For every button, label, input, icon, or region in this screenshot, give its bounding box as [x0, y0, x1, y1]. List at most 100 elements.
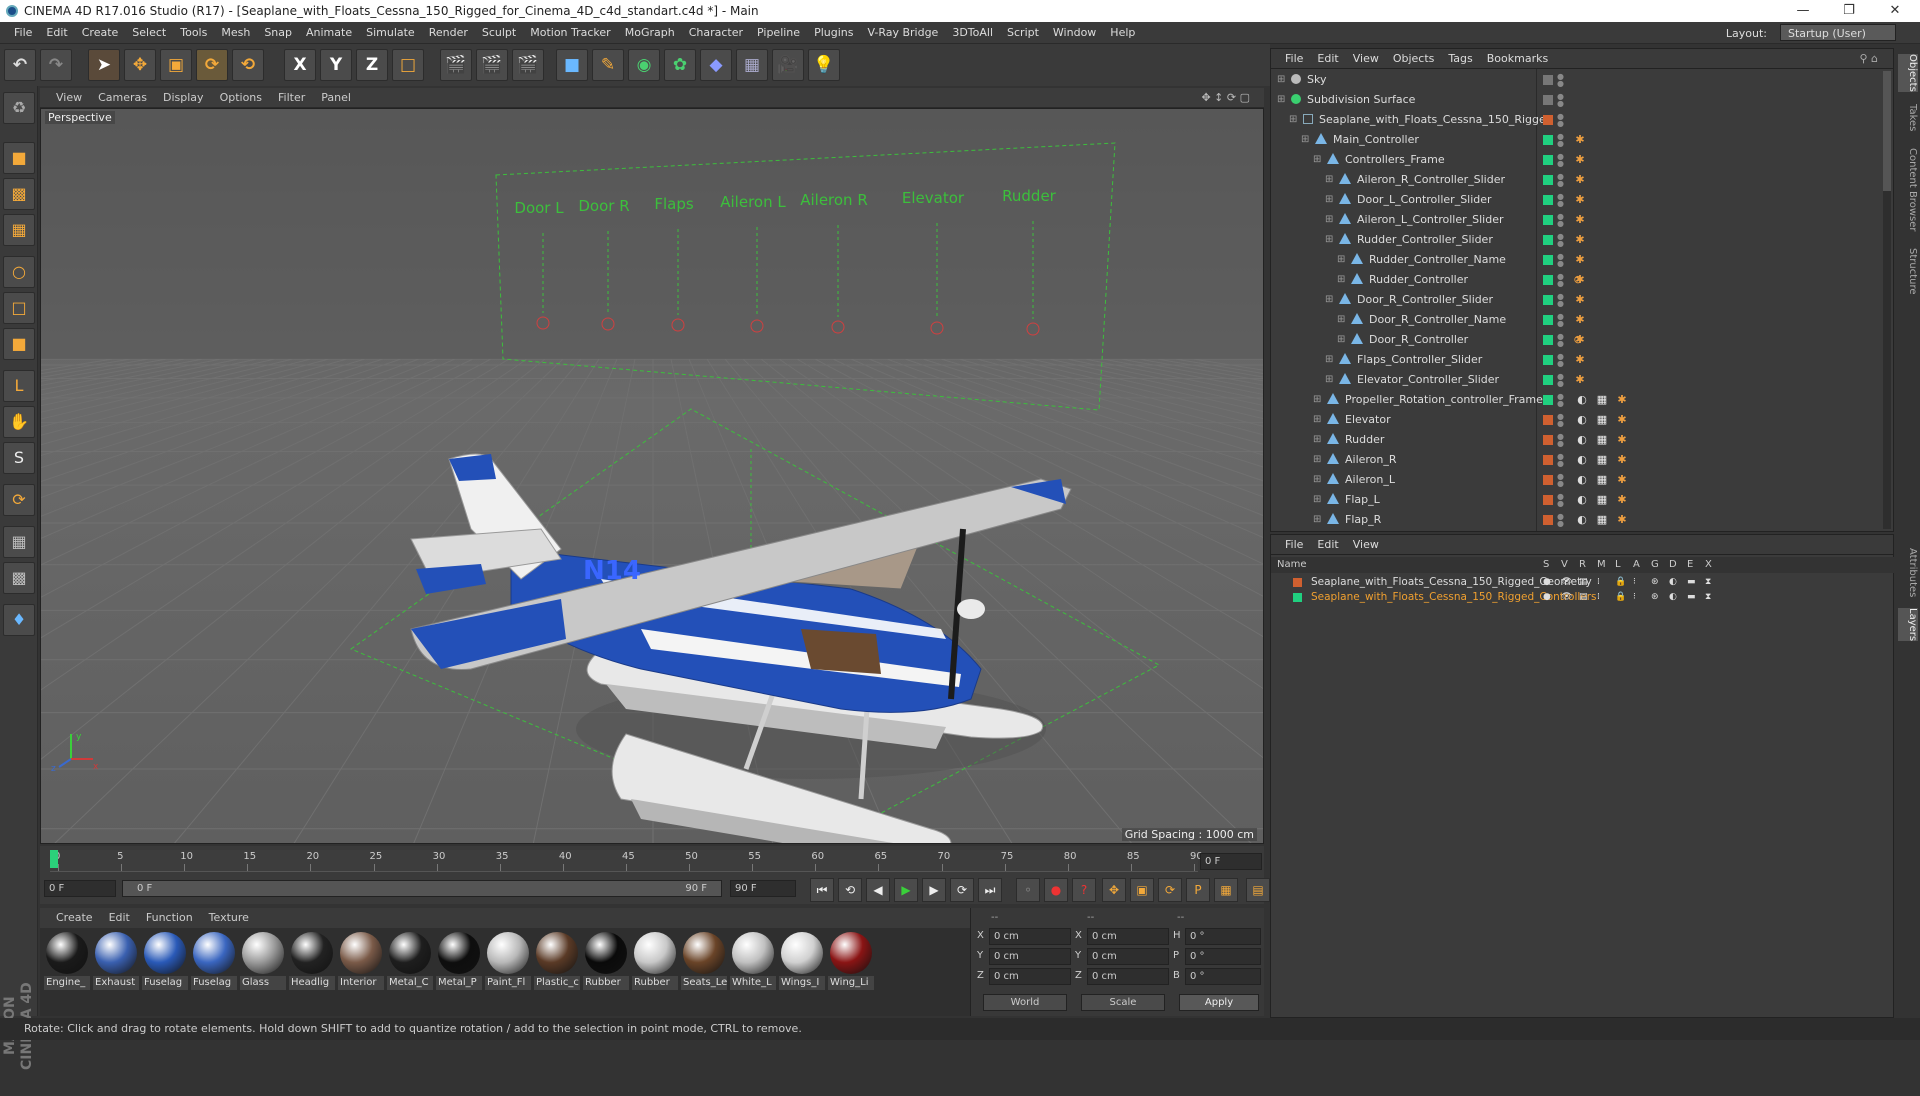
menu-file[interactable]: File — [7, 22, 39, 44]
layer-menu-file[interactable]: File — [1278, 535, 1310, 555]
visibility-dots-icon[interactable]: ● ● — [1557, 273, 1564, 288]
layer-color-swatch[interactable] — [1543, 115, 1553, 125]
viewport-menu-cameras[interactable]: Cameras — [90, 88, 155, 108]
menu-sculpt[interactable]: Sculpt — [475, 22, 523, 44]
layer-column-g[interactable]: G — [1651, 557, 1659, 573]
visibility-dots-icon[interactable]: ● ● — [1557, 153, 1564, 168]
object-row-aileron-l-controller-slider[interactable]: ⊞ Aileron_L_Controller_Slider ● ● ✱ — [1271, 210, 1895, 230]
expand-toggle-icon[interactable]: ⊞ — [1313, 410, 1321, 430]
size-y-field[interactable]: 0 cm — [1087, 948, 1169, 965]
layer-color-swatch[interactable] — [1543, 315, 1553, 325]
expand-toggle-icon[interactable]: ⊞ — [1325, 350, 1333, 370]
layer-color-swatch[interactable] — [1543, 195, 1553, 205]
viewport-menu-options[interactable]: Options — [212, 88, 270, 108]
python-button[interactable]: ♦ — [3, 604, 35, 636]
object-manager-scrollbar[interactable] — [1883, 71, 1891, 529]
material-rubber[interactable]: Rubber — [583, 932, 629, 996]
protection-tag-icon[interactable]: ⊘ — [1571, 273, 1585, 287]
constraint-tag-icon[interactable]: ✱ — [1615, 473, 1629, 487]
layer-color-swatch[interactable] — [1543, 455, 1553, 465]
object-manager-search-icon[interactable]: ⚲ ⌂ — [1852, 49, 1885, 69]
object-row-propeller-rotation-controller-frame[interactable]: ⊞ Propeller_Rotation_controller_Frame ● ● ✱… — [1271, 390, 1895, 410]
visibility-dots-icon[interactable]: ● ● — [1557, 253, 1564, 268]
menu-select[interactable]: Select — [125, 22, 173, 44]
object-row-door-r-controller-name[interactable]: ⊞ Door_R_Controller_Name ● ● ✱ — [1271, 310, 1895, 330]
expand-toggle-icon[interactable]: ⊞ — [1325, 230, 1333, 250]
timeline-playhead[interactable] — [50, 850, 58, 868]
constraint-tag-icon[interactable]: ✱ — [1573, 253, 1587, 267]
visibility-dots-icon[interactable]: ● ● — [1557, 313, 1564, 328]
undo-button[interactable]: ↶ — [4, 49, 36, 81]
layer-color-swatch[interactable] — [1543, 175, 1553, 185]
array-modeling-button[interactable]: ✿ — [664, 49, 696, 81]
viewport-menu-view[interactable]: View — [48, 88, 90, 108]
texture-mode-button[interactable]: ▩ — [3, 178, 35, 210]
layer-color-swatch[interactable] — [1543, 235, 1553, 245]
material-wing-li[interactable]: Wing_Li — [828, 932, 874, 996]
layer-column-r[interactable]: R — [1579, 557, 1586, 573]
expand-toggle-icon[interactable]: ⊞ — [1277, 90, 1285, 110]
object-row-sky[interactable]: ⊞ Sky ● ● — [1271, 70, 1895, 90]
scale-tool-button[interactable]: ▣ — [160, 49, 192, 81]
material-menu-edit[interactable]: Edit — [101, 908, 138, 928]
layer-flag-icon[interactable]: ● — [1543, 590, 1551, 605]
visibility-dots-icon[interactable]: ● ● — [1557, 233, 1564, 248]
layer-column-x[interactable]: X — [1705, 557, 1712, 573]
move-tool-button[interactable]: ✥ — [124, 49, 156, 81]
visibility-dots-icon[interactable]: ● ● — [1557, 513, 1564, 528]
play-button[interactable]: ▶ — [894, 878, 918, 902]
constraint-tag-icon[interactable]: ✱ — [1573, 313, 1587, 327]
layer-color-swatch[interactable] — [1543, 355, 1553, 365]
constraint-tag-icon[interactable]: ✱ — [1615, 493, 1629, 507]
protection-tag-icon[interactable]: ⊘ — [1571, 333, 1585, 347]
next-frame-button[interactable]: ▶ — [922, 878, 946, 902]
tab-structure[interactable]: Structure — [1898, 248, 1918, 295]
visibility-dots-icon[interactable]: ● ● — [1557, 113, 1564, 128]
material-exhaust[interactable]: Exhaust — [93, 932, 139, 996]
visibility-dots-icon[interactable]: ● ● — [1557, 193, 1564, 208]
material-interior[interactable]: Interior — [338, 932, 384, 996]
pen-spline-button[interactable]: ✎ — [592, 49, 624, 81]
layer-color-swatch[interactable] — [1543, 375, 1553, 385]
expand-toggle-icon[interactable]: ⊞ — [1337, 330, 1345, 350]
menu-character[interactable]: Character — [682, 22, 750, 44]
object-row-flaps-controller-slider[interactable]: ⊞ Flaps_Controller_Slider ● ● ✱ — [1271, 350, 1895, 370]
expand-toggle-icon[interactable]: ⊞ — [1325, 290, 1333, 310]
go-to-end-button[interactable]: ⏭ — [978, 878, 1002, 902]
layer-color-swatch[interactable] — [1543, 495, 1553, 505]
viewport-menu-filter[interactable]: Filter — [270, 88, 313, 108]
layer-name[interactable]: Seaplane_with_Floats_Cessna_150_Rigged_C… — [1311, 590, 1597, 605]
visibility-dots-icon[interactable]: ● ● — [1557, 73, 1564, 88]
constraint-tag-icon[interactable]: ✱ — [1615, 433, 1629, 447]
key-rotation-button[interactable]: ⟳ — [1158, 878, 1182, 902]
object-menu-objects[interactable]: Objects — [1386, 49, 1442, 69]
phong-tag-icon[interactable]: ◐ — [1575, 513, 1589, 527]
key-position-button[interactable]: ✥ — [1102, 878, 1126, 902]
layer-flag-icon[interactable]: 👁 — [1561, 590, 1572, 605]
menu-window[interactable]: Window — [1046, 22, 1103, 44]
layer-column-s[interactable]: S — [1543, 557, 1549, 573]
previous-frame-button[interactable]: ◀ — [866, 878, 890, 902]
phong-tag-icon[interactable]: ◐ — [1575, 393, 1589, 407]
object-row-door-r-controller[interactable]: ⊞ Door_R_Controller ● ● ✱ ⊘ — [1271, 330, 1895, 350]
layer-color-swatch[interactable] — [1543, 155, 1553, 165]
layer-flag-icon[interactable]: ⁞ — [1597, 575, 1600, 590]
restore-button[interactable]: ❐ — [1826, 0, 1872, 22]
layer-flag-icon[interactable]: ⧗ — [1705, 590, 1711, 605]
constraint-tag-icon[interactable]: ✱ — [1573, 353, 1587, 367]
menu-script[interactable]: Script — [1000, 22, 1046, 44]
layout-selector[interactable]: Layout: Startup (User) — [1719, 24, 1896, 43]
object-menu-bookmarks[interactable]: Bookmarks — [1480, 49, 1555, 69]
render-settings-button[interactable]: 🎬 — [512, 49, 544, 81]
menu-create[interactable]: Create — [75, 22, 126, 44]
menu-mesh[interactable]: Mesh — [214, 22, 257, 44]
material-seats-le[interactable]: Seats_Le — [681, 932, 727, 996]
material-paint-fl[interactable]: Paint_Fl — [485, 932, 531, 996]
visibility-dots-icon[interactable]: ● ● — [1557, 333, 1564, 348]
object-row-door-l-controller-slider[interactable]: ⊞ Door_L_Controller_Slider ● ● ✱ — [1271, 190, 1895, 210]
key-scale-button[interactable]: ▣ — [1130, 878, 1154, 902]
layer-color-swatch[interactable] — [1293, 593, 1302, 602]
material-menu-texture[interactable]: Texture — [201, 908, 257, 928]
object-row-flap-l[interactable]: ⊞ Flap_L ● ● ✱ ◐ ▦ — [1271, 490, 1895, 510]
layer-color-swatch[interactable] — [1543, 335, 1553, 345]
